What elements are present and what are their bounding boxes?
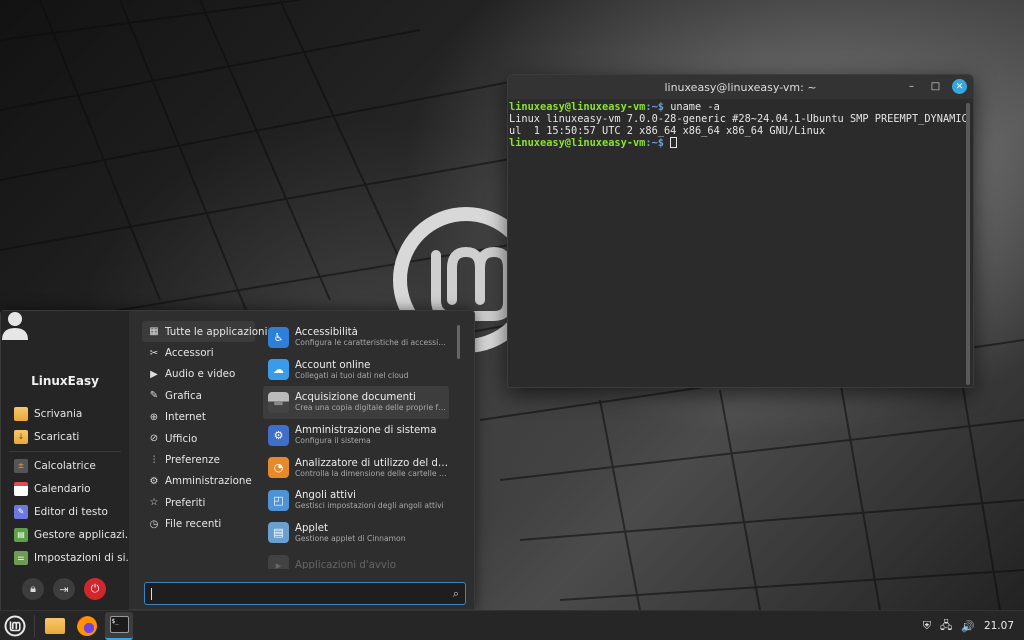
accessibility-icon: ♿ <box>268 326 289 348</box>
taskbar-divider <box>34 614 35 637</box>
favorites-list: ± Calcolatrice Calendario ✎ Editor di te… <box>1 454 129 569</box>
media-icon: ▶ <box>150 368 158 380</box>
place-scaricati[interactable]: ↓ Scaricati <box>1 425 129 448</box>
category-file-recenti[interactable]: ◷ File recenti <box>142 514 255 535</box>
file-manager-icon <box>45 617 65 634</box>
globe-icon: ⊕ <box>149 411 159 423</box>
username: LinuxEasy <box>31 374 99 388</box>
menu-launcher-button[interactable] <box>0 611 30 640</box>
fav-calendario[interactable]: Calendario <box>1 477 129 500</box>
grid-icon: ▦ <box>149 326 159 338</box>
calendar-icon <box>14 481 28 496</box>
app-accessibilita[interactable]: ♿ Accessibilità Configura le caratteristi… <box>263 321 449 354</box>
network-icon[interactable]: 🖧 <box>940 617 952 636</box>
graphics-icon: ✎ <box>149 390 159 402</box>
session-buttons: 🔒︎ ⇥ ⏻ <box>22 578 106 600</box>
system-settings-icon: ⚌ <box>14 550 28 565</box>
terminal-cursor <box>670 137 678 148</box>
app-acquisizione-documenti[interactable]: ▬ Acquisizione documenti Crea una copia d… <box>263 386 449 419</box>
maximize-button[interactable]: □ <box>928 79 943 94</box>
terminal-line: linuxeasy@linuxeasy-vm:~$ uname -a <box>509 101 720 113</box>
app-angoli-attivi[interactable]: ◰ Angoli attivi Gestisci impostazioni deg… <box>263 484 449 517</box>
shutdown-button[interactable]: ⏻ <box>84 578 106 600</box>
user-avatar-icon[interactable] <box>1 311 29 341</box>
text-editor-icon: ✎ <box>14 504 28 519</box>
disk-usage-icon: ◔ <box>268 457 289 479</box>
desktop: linuxeasy@linuxeasy-vm: ~ – □ ✕ linuxeas… <box>0 0 1024 610</box>
taskbar: $_ ⛨ 🖧 🔊 21.07 <box>0 610 1024 640</box>
hot-corners-icon: ◰ <box>268 489 289 511</box>
downloads-folder-icon: ↓ <box>14 429 28 444</box>
category-grafica[interactable]: ✎ Grafica <box>142 385 255 406</box>
volume-icon[interactable]: 🔊 <box>961 620 975 633</box>
lock-screen-button[interactable]: 🔒︎ <box>22 578 44 600</box>
terminal-scrollbar[interactable] <box>966 103 970 385</box>
fav-gestore-applicazioni[interactable]: ▤ Gestore applicazi... <box>1 523 129 546</box>
app-account-online[interactable]: ☁ Account online Collegati ai tuoi dati n… <box>263 354 449 387</box>
divider <box>9 451 121 452</box>
category-preferiti[interactable]: ☆ Preferiti <box>142 492 255 513</box>
cloud-icon: ☁ <box>268 359 289 381</box>
fav-impostazioni-di-sistema[interactable]: ⚌ Impostazioni di si... <box>1 546 129 569</box>
tools-icon: ✂ <box>149 347 159 359</box>
power-icon: ⏻ <box>90 582 100 595</box>
places-list: Scrivania ↓ Scaricati <box>1 402 129 448</box>
menu-sidebar: LinuxEasy Scrivania ↓ Scaricati ± Calcol… <box>1 311 129 610</box>
paperclip-icon: ⊘ <box>149 433 159 445</box>
search-icon[interactable]: ⌕ <box>453 587 459 601</box>
software-manager-icon: ▤ <box>14 527 28 542</box>
sliders-icon: ⫶ <box>152 454 156 466</box>
terminal-title: linuxeasy@linuxeasy-vm: ~ <box>664 80 817 94</box>
fav-calcolatrice[interactable]: ± Calcolatrice <box>1 454 129 477</box>
admin-gear-icon: ⚙ <box>268 424 289 446</box>
application-menu: LinuxEasy Scrivania ↓ Scaricati ± Calcol… <box>0 310 475 610</box>
terminal-line: ul 1 15:50:57 UTC 2 x86_64 x86_64 x86_64… <box>509 125 826 137</box>
category-audio-e-video[interactable]: ▶ Audio e video <box>142 364 255 385</box>
terminal-icon: $_ <box>109 616 129 633</box>
terminal-line: Linux linuxeasy-vm 7.0.0-28-generic #28~… <box>509 113 974 125</box>
startup-apps-icon: ▸ <box>268 554 289 569</box>
taskbar-terminal-button[interactable]: $_ <box>105 611 133 640</box>
clock[interactable]: 21.07 <box>984 620 1014 632</box>
text-caret <box>151 587 152 600</box>
scanner-icon: ▬ <box>268 391 289 413</box>
firefox-icon <box>77 615 97 636</box>
folder-icon <box>14 406 28 421</box>
menu-search-input[interactable]: ⌕ <box>144 582 466 605</box>
gear-icon: ⚙ <box>149 475 159 487</box>
star-icon: ☆ <box>149 497 159 509</box>
app-applicazioni-avvio[interactable]: ▸ Applicazioni d'avvio <box>263 549 449 569</box>
terminal-titlebar[interactable]: linuxeasy@linuxeasy-vm: ~ – □ ✕ <box>508 75 973 99</box>
application-list: ♿ Accessibilità Configura le caratteristi… <box>263 321 449 569</box>
taskbar-files-button[interactable] <box>41 612 69 640</box>
applet-icon: ▤ <box>268 522 289 544</box>
category-accessori[interactable]: ✂ Accessori <box>142 342 255 363</box>
app-applet[interactable]: ▤ Applet Gestione applet di Cinnamon <box>263 517 449 550</box>
clock-icon: ◷ <box>149 518 159 530</box>
logout-button[interactable]: ⇥ <box>53 578 75 600</box>
linux-mint-menu-icon <box>4 615 26 636</box>
terminal-line: linuxeasy@linuxeasy-vm:~$ <box>509 137 963 149</box>
category-tutte-le-applicazioni[interactable]: ▦ Tutte le applicazioni <box>142 321 267 343</box>
terminal-window[interactable]: linuxeasy@linuxeasy-vm: ~ – □ ✕ linuxeas… <box>507 74 974 388</box>
place-scrivania[interactable]: Scrivania <box>1 402 129 425</box>
shield-icon[interactable]: ⛨ <box>923 619 931 633</box>
lock-icon: 🔒︎ <box>30 582 36 595</box>
fav-editor-di-testo[interactable]: ✎ Editor di testo <box>1 500 129 523</box>
system-tray: ⛨ 🖧 🔊 21.07 <box>923 611 1014 640</box>
logout-icon: ⇥ <box>59 582 69 596</box>
taskbar-firefox-button[interactable] <box>73 612 101 640</box>
calculator-icon: ± <box>14 458 28 473</box>
category-list: ▦ Tutte le applicazioni ✂ Accessori ▶ Audio… <box>142 321 267 535</box>
minimize-button[interactable]: – <box>904 79 919 94</box>
app-analizzatore-disco[interactable]: ◔ Analizzatore di utilizzo del disco Cont… <box>263 451 449 484</box>
terminal-output[interactable]: linuxeasy@linuxeasy-vm:~$ uname -a Linux … <box>508 99 973 149</box>
app-list-scrollbar[interactable] <box>457 325 460 359</box>
category-amministrazione[interactable]: ⚙ Amministrazione <box>142 471 255 492</box>
category-internet[interactable]: ⊕ Internet <box>142 407 255 428</box>
category-ufficio[interactable]: ⊘ Ufficio <box>142 428 255 449</box>
app-amministrazione-di-sistema[interactable]: ⚙ Amministrazione di sistema Configura il… <box>263 419 449 452</box>
category-preferenze[interactable]: ⫶ Preferenze <box>142 449 255 470</box>
close-button[interactable]: ✕ <box>952 79 967 94</box>
